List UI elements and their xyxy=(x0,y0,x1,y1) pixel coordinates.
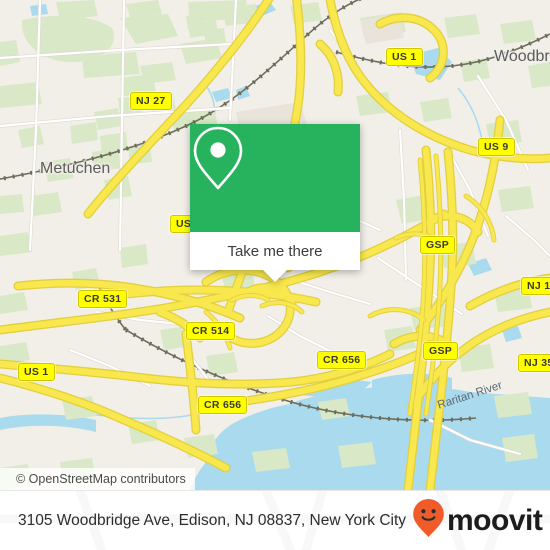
footer-address: 3105 Woodbridge Ave, Edison, NJ 08837, N… xyxy=(18,512,407,529)
road-shield-nj-35: NJ 35 xyxy=(518,354,550,372)
map-screenshot-root: .wtr { fill:#aadaee; } .prk { fill:#d9e8… xyxy=(0,0,550,550)
road-shield-cr-514: CR 514 xyxy=(186,322,236,340)
road-shield-cr-656-west: CR 656 xyxy=(198,396,248,414)
popup-marker-panel xyxy=(190,124,360,232)
road-shield-cr-656-east: CR 656 xyxy=(317,351,367,369)
road-shield-us-1-north: US 1 xyxy=(386,48,423,66)
map-attribution[interactable]: © OpenStreetMap contributors xyxy=(0,468,195,490)
place-label-metuchen: Metuchen xyxy=(40,160,111,177)
place-label-woodbridge: Woodbridge xyxy=(494,48,550,65)
road-shield-gsp-south: GSP xyxy=(423,342,459,360)
map-canvas[interactable]: .wtr { fill:#aadaee; } .prk { fill:#d9e8… xyxy=(0,0,550,490)
take-me-there-button[interactable]: Take me there xyxy=(190,232,360,270)
road-shield-us-9: US 9 xyxy=(478,138,515,156)
location-popup[interactable]: Take me there xyxy=(190,124,360,282)
road-shield-gsp-north: GSP xyxy=(420,236,456,254)
road-shield-nj-18: NJ 1 xyxy=(521,277,550,295)
moovit-smiley-pin-icon xyxy=(412,498,445,543)
moovit-logo[interactable]: moovit xyxy=(412,498,543,543)
popup-pointer xyxy=(263,270,287,282)
footer-bar: 3105 Woodbridge Ave, Edison, NJ 08837, N… xyxy=(0,490,550,550)
moovit-wordmark: moovit xyxy=(447,503,543,537)
road-shield-nj-27: NJ 27 xyxy=(130,92,172,110)
take-me-there-label: Take me there xyxy=(227,242,323,260)
road-shield-cr-531: CR 531 xyxy=(78,290,128,308)
road-shield-us-1-southwest: US 1 xyxy=(18,363,55,381)
